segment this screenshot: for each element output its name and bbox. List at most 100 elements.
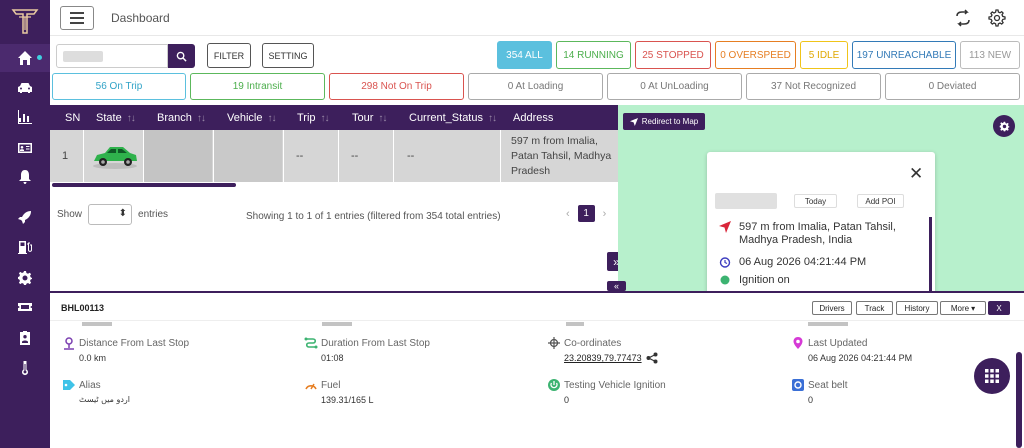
status-stopped-button[interactable]: 25 STOPPED: [635, 41, 711, 69]
detail-label: Seat belt: [808, 380, 848, 391]
chevron-down-icon: ▾: [971, 303, 976, 313]
sort-icon: ↑↓: [196, 112, 206, 124]
chart-icon: [18, 110, 32, 124]
menu-line: [70, 22, 84, 24]
popup-datetime: 06 Aug 2026 04:21:44 PM: [719, 256, 866, 268]
green-car-icon: [93, 147, 137, 169]
column-label: Branch: [157, 112, 192, 124]
cell-branch-blurred: [144, 130, 212, 182]
share-icon[interactable]: [646, 352, 658, 364]
bell-icon: [19, 170, 31, 184]
detail-vertical-scrollbar[interactable]: [1016, 352, 1022, 448]
vehicle-detail-header: BHL00113 Drivers Track History More ▾ X: [50, 293, 1024, 321]
history-button[interactable]: History: [896, 301, 938, 315]
column-vehicle[interactable]: Vehicle ↑↓: [227, 112, 276, 124]
sidebar-drivers[interactable]: [0, 134, 50, 162]
cell-divider: [393, 130, 394, 182]
trip-intransit-button[interactable]: 19 Intransit: [190, 73, 325, 100]
column-current-status[interactable]: Current_Status ↑↓: [409, 112, 497, 124]
column-state[interactable]: State ↑↓: [96, 112, 136, 124]
gear-icon: [999, 121, 1009, 131]
status-overspeed-button[interactable]: 0 OVERSPEED: [715, 41, 796, 69]
map-panel[interactable]: Redirect to Map ✕ Today Add POI 597 m fr…: [618, 105, 1024, 291]
status-new-button[interactable]: 113 NEW: [960, 41, 1020, 69]
add-poi-button[interactable]: Add POI: [857, 194, 904, 208]
more-button[interactable]: More ▾: [940, 301, 986, 315]
status-all-button[interactable]: 354 ALL: [497, 41, 552, 69]
cell-vehicle-blurred: [214, 130, 282, 182]
collapse-panel-button[interactable]: «: [607, 281, 626, 291]
trip-not-recognized-button[interactable]: 37 Not Recognized: [746, 73, 881, 100]
page-title: Dashboard: [111, 11, 170, 25]
cell-divider: [338, 130, 339, 182]
show-label: Show: [57, 209, 83, 220]
car-icon: [18, 83, 32, 93]
column-trip[interactable]: Trip ↑↓: [297, 112, 330, 124]
settings-gear-icon[interactable]: [988, 9, 1006, 27]
today-button[interactable]: Today: [794, 194, 837, 208]
alarm-clock-icon: [719, 257, 731, 268]
detail-label: Duration From Last Stop: [321, 338, 430, 349]
filter-button[interactable]: FILTER: [207, 43, 251, 68]
trip-at-loading-button[interactable]: 0 At Loading: [468, 73, 603, 100]
status-unreachable-button[interactable]: 197 UNREACHABLE: [852, 41, 956, 69]
search-input[interactable]: [56, 44, 168, 68]
sidebar-fuel[interactable]: [0, 233, 50, 261]
status-running-button[interactable]: 14 RUNNING: [556, 41, 631, 69]
prev-page-icon[interactable]: ‹: [566, 208, 570, 220]
menu-line: [70, 17, 84, 19]
apps-menu-button[interactable]: [974, 358, 1010, 394]
page-length-control: Show entries: [57, 204, 168, 225]
ticket-icon: [18, 303, 32, 311]
search-button[interactable]: [168, 44, 195, 68]
detail-label: Alias: [79, 380, 101, 391]
column-tour[interactable]: Tour ↑↓: [352, 112, 387, 124]
sidebar-tickets[interactable]: [0, 293, 50, 321]
fuel-gauge-icon: [305, 383, 317, 390]
table-header: SN State ↑↓ Branch ↑↓ Vehicle ↑↓ Trip ↑↓ Tou…: [50, 105, 618, 130]
setting-button[interactable]: SETTING: [262, 43, 314, 68]
next-page-icon[interactable]: ›: [603, 208, 607, 220]
sidebar-alerts[interactable]: [0, 163, 50, 191]
column-branch[interactable]: Branch ↑↓: [157, 112, 206, 124]
map-settings-button[interactable]: [993, 115, 1015, 137]
table-row[interactable]: 1 -- -- -- 597 m from Imalia, Patan Tahs…: [50, 130, 618, 182]
sync-icon[interactable]: [954, 9, 972, 27]
popup-scrollbar[interactable]: [929, 217, 932, 291]
rocket-icon: [18, 211, 31, 224]
trip-on-trip-button[interactable]: 56 On Trip: [52, 73, 186, 100]
sidebar-settings[interactable]: [0, 264, 50, 292]
trip-at-unloading-button[interactable]: 0 At UnLoading: [607, 73, 742, 100]
sort-icon: ↑↓: [320, 112, 330, 124]
sidebar-vehicles[interactable]: [0, 74, 50, 102]
top-bar: Dashboard: [50, 0, 1024, 36]
entries-select[interactable]: [88, 204, 133, 225]
status-idle-button[interactable]: 5 IDLE: [800, 41, 848, 69]
redirect-to-map-button[interactable]: Redirect to Map: [623, 113, 705, 130]
sidebar-reports[interactable]: [0, 103, 50, 131]
column-sn[interactable]: SN: [65, 112, 80, 124]
coordinates-link[interactable]: 23.20839,79.77473: [564, 353, 642, 363]
power-icon: [548, 379, 560, 391]
menu-toggle-button[interactable]: [60, 6, 94, 30]
column-label: SN: [65, 112, 81, 124]
column-address[interactable]: Address: [513, 112, 553, 124]
close-icon[interactable]: ✕: [909, 164, 923, 184]
close-detail-button[interactable]: X: [988, 301, 1010, 315]
search-icon: [176, 51, 187, 62]
page-button[interactable]: 1: [577, 205, 595, 222]
cell-divider: [283, 130, 284, 182]
sidebar-home[interactable]: [0, 44, 50, 72]
cell-address: 597 m from Imalia, Patan Tahsil, Madhya …: [511, 134, 612, 177]
detail-value: 01:08: [321, 353, 344, 363]
drivers-button[interactable]: Drivers: [812, 301, 852, 315]
tag-icon: [63, 380, 75, 390]
trip-deviated-button[interactable]: 0 Deviated: [885, 73, 1020, 100]
cell-trip: --: [296, 150, 304, 162]
sidebar-documents[interactable]: [0, 324, 50, 352]
sidebar-temperature[interactable]: [0, 354, 50, 382]
track-button[interactable]: Track: [856, 301, 893, 315]
table-horizontal-scrollbar[interactable]: [52, 183, 236, 187]
trip-not-on-trip-button[interactable]: 298 Not On Trip: [329, 73, 464, 100]
sidebar-launch[interactable]: [0, 203, 50, 231]
